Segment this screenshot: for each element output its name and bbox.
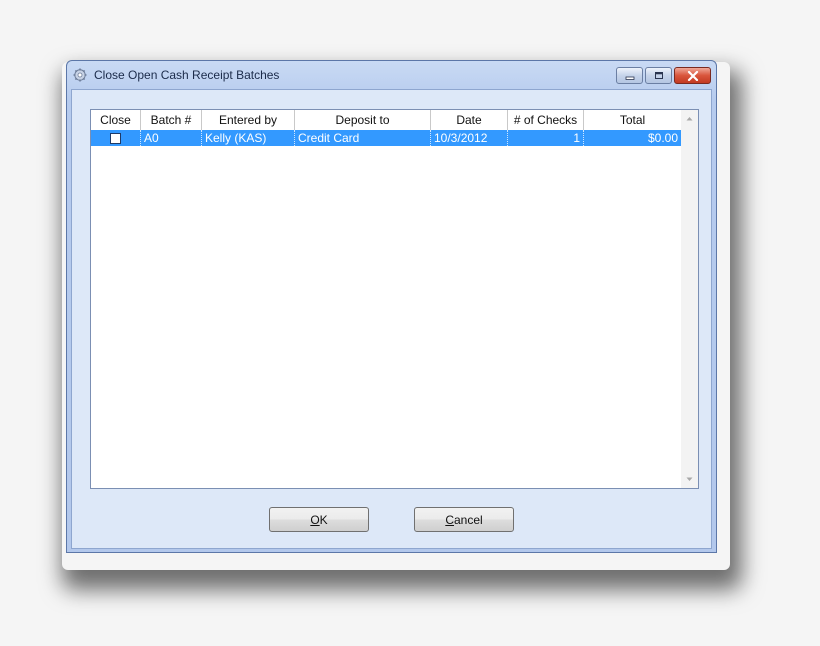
close-button[interactable] xyxy=(674,67,711,84)
chevron-down-icon xyxy=(686,477,693,481)
cancel-button[interactable]: Cancel xyxy=(414,507,514,532)
column-header-total[interactable]: Total xyxy=(584,110,681,130)
column-header-deposit-to[interactable]: Deposit to xyxy=(295,110,431,130)
ok-label: K xyxy=(319,512,328,527)
date-cell: 10/3/2012 xyxy=(431,130,508,146)
close-cell xyxy=(91,130,141,146)
entered-by-cell: Kelly (KAS) xyxy=(202,130,295,146)
ok-button[interactable]: OK xyxy=(269,507,369,532)
column-header-entered-by[interactable]: Entered by xyxy=(202,110,295,130)
table-row[interactable]: A0 Kelly (KAS) Credit Card 10/3/2012 1 $… xyxy=(91,130,681,146)
column-header-batch[interactable]: Batch # xyxy=(141,110,202,130)
total-cell: $0.00 xyxy=(647,131,678,145)
scroll-down-button[interactable] xyxy=(681,471,698,488)
minimize-button[interactable] xyxy=(616,67,643,84)
column-header-date[interactable]: Date xyxy=(431,110,508,130)
chevron-up-icon xyxy=(686,117,693,121)
batches-grid[interactable]: Close Batch # Entered by Deposit to Date… xyxy=(90,109,699,489)
maximize-icon xyxy=(654,72,663,79)
cancel-label: ancel xyxy=(453,512,483,527)
column-header-checks[interactable]: # of Checks xyxy=(508,110,584,130)
column-header-close[interactable]: Close xyxy=(91,110,141,130)
dialog-client-area: Close Batch # Entered by Deposit to Date… xyxy=(71,89,712,549)
checks-cell: 1 xyxy=(508,130,584,146)
dialog-window: Close Open Cash Receipt Batches Close Ba… xyxy=(66,60,717,553)
cancel-mnemonic: C xyxy=(445,512,454,527)
gear-icon xyxy=(73,68,87,82)
title-bar[interactable]: Close Open Cash Receipt Batches xyxy=(67,61,716,89)
scroll-up-button[interactable] xyxy=(681,110,698,127)
batch-cell: A0 xyxy=(141,130,202,146)
window-title: Close Open Cash Receipt Batches xyxy=(94,68,280,82)
ok-mnemonic: O xyxy=(310,512,320,527)
close-checkbox[interactable] xyxy=(110,132,121,144)
deposit-to-cell: Credit Card xyxy=(295,130,431,146)
window-controls xyxy=(616,67,711,84)
desktop-background: Close Open Cash Receipt Batches Close Ba… xyxy=(0,0,820,646)
grid-header: Close Batch # Entered by Deposit to Date… xyxy=(91,110,681,130)
vertical-scrollbar[interactable] xyxy=(681,110,698,488)
maximize-button[interactable] xyxy=(645,67,672,84)
minimize-icon xyxy=(625,76,634,80)
grid-viewport: Close Batch # Entered by Deposit to Date… xyxy=(91,110,681,488)
close-icon xyxy=(687,70,698,81)
